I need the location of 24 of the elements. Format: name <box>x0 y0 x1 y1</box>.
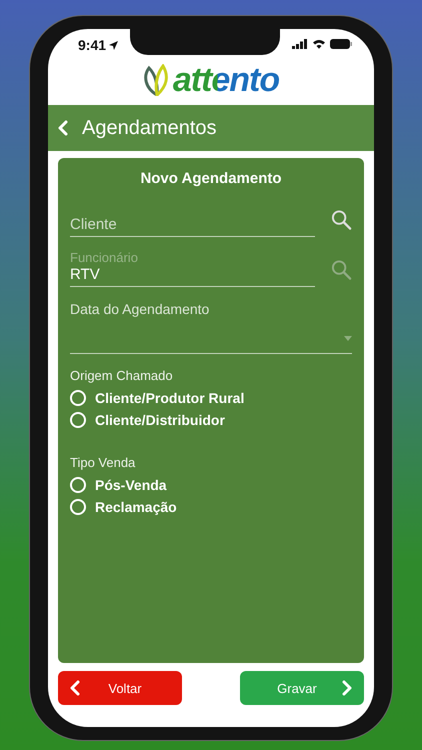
status-time: 9:41 <box>78 29 118 53</box>
group-label: Origem Chamado <box>70 368 174 383</box>
chevron-right-icon <box>342 680 352 696</box>
wifi-icon <box>312 39 326 49</box>
form-title: Novo Agendamento <box>139 170 283 187</box>
field-label: Data do Agendamento <box>70 301 210 317</box>
group-label: Tipo Venda <box>70 455 136 470</box>
back-icon[interactable] <box>58 120 68 136</box>
radio-option[interactable]: Pós-Venda <box>70 474 167 496</box>
header-title: Agendamentos <box>82 116 217 140</box>
signal-icon <box>292 39 308 49</box>
input-field[interactable]: Cliente <box>70 214 315 234</box>
caret-icon <box>344 336 352 340</box>
save-button[interactable]: Gravar <box>240 671 364 705</box>
location-icon <box>109 40 118 50</box>
back-button[interactable]: Voltar <box>58 671 182 705</box>
radio-option[interactable]: Reclamação <box>70 496 177 518</box>
battery-icon <box>330 39 352 49</box>
field-label: Funcionário <box>70 251 139 264</box>
radio-option[interactable]: Cliente/Distribuidor <box>70 409 225 431</box>
radio-option[interactable]: Cliente/Produtor Rural <box>70 387 244 409</box>
chevron-left-icon <box>70 680 80 696</box>
leaf-logo-icon <box>142 64 171 96</box>
search-icon[interactable] <box>331 209 352 231</box>
